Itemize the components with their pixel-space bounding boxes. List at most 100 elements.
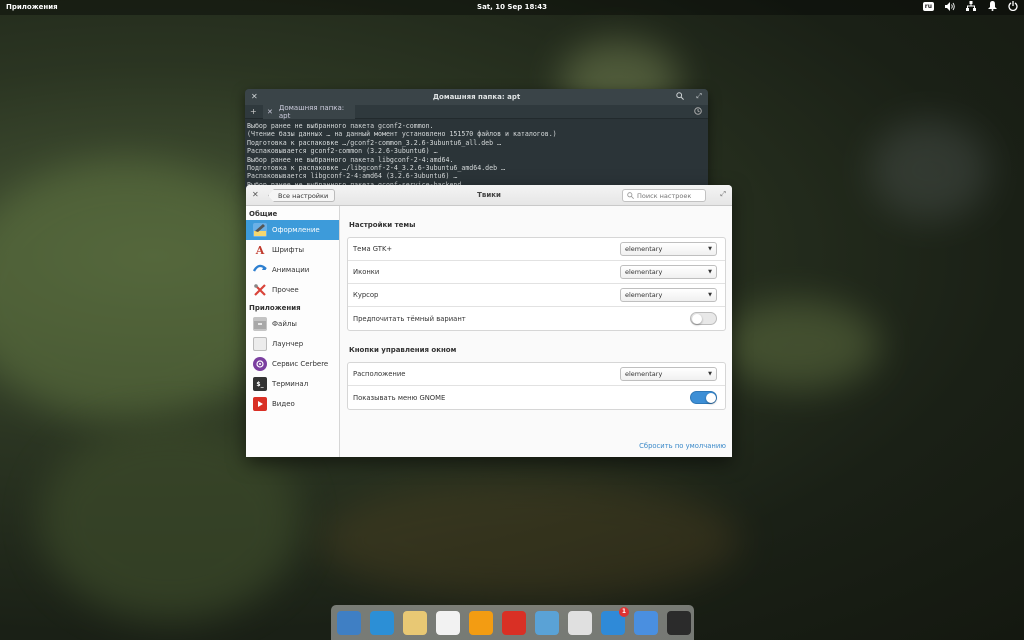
animations-icon (253, 263, 267, 277)
sidebar-item-label: Видео (272, 400, 295, 408)
video-icon (253, 397, 267, 411)
multitasking-view-icon[interactable] (337, 610, 361, 635)
gtk-theme-value: elementary (625, 245, 663, 253)
sidebar-item-fonts[interactable]: A Шрифты (246, 240, 339, 260)
appcenter-icon[interactable]: 1 (601, 606, 629, 635)
mail-icon[interactable] (403, 610, 427, 635)
terminal-line: Подготовка к распаковке …/libgconf-2-4_3… (247, 164, 506, 173)
cerbere-icon (253, 357, 267, 371)
terminal-tabbar: + ✕ Домашняя папка: apt (245, 104, 708, 120)
icons-theme-value: elementary (625, 268, 663, 276)
dock: 1 (331, 605, 694, 640)
sidebar-item-label: Шрифты (272, 246, 305, 254)
misc-icon (253, 283, 267, 297)
gnome-menu-label: Показывать меню GNOME (353, 393, 446, 402)
sidebar-item-label: Терминал (272, 380, 309, 388)
cursor-theme-dropdown[interactable]: elementary ▼ (620, 288, 717, 302)
cursor-theme-row: Курсор elementary ▼ (348, 284, 725, 307)
sidebar-item-files[interactable]: Файлы (246, 314, 339, 334)
terminal-tab[interactable]: ✕ Домашняя папка: apt (263, 104, 355, 120)
clock[interactable]: Sat, 10 Sep 18:43 (0, 3, 1024, 11)
switch-knob (692, 314, 702, 324)
button-layout-dropdown[interactable]: elementary ▼ (620, 367, 717, 381)
volume-icon[interactable] (945, 1, 955, 11)
indicators: ru (922, 1, 1018, 11)
button-layout-value: elementary (625, 370, 663, 378)
sidebar: Общие Оформление A Шрифты Анимации Проче… (246, 206, 340, 457)
chevron-down-icon: ▼ (708, 246, 712, 252)
fonts-icon: A (255, 243, 265, 257)
notification-bell-icon[interactable] (987, 1, 997, 11)
files-icon (253, 317, 267, 331)
launcher-icon (253, 337, 267, 351)
switch-knob (706, 393, 716, 403)
dark-variant-row: Предпочитать тёмный вариант (348, 307, 725, 330)
gtk-theme-dropdown[interactable]: elementary ▼ (620, 242, 717, 256)
sidebar-item-launcher[interactable]: Лаунчер (246, 334, 339, 354)
music-icon[interactable] (469, 610, 493, 635)
sidebar-item-terminal[interactable]: $_ Терминал (246, 374, 339, 394)
tweaks-headerbar[interactable]: ✕ Все настройки Твики ⤢ (246, 185, 732, 206)
sidebar-item-label: Сервис Cerbere (272, 360, 329, 368)
sidebar-item-label: Прочее (272, 286, 299, 294)
sidebar-item-label: Лаунчер (272, 340, 304, 348)
terminal-titlebar[interactable]: ✕ Домашняя папка: apt ⤢ (245, 89, 708, 105)
terminal-output[interactable]: Выбор ранее не выбранного пакета gconf2-… (245, 119, 708, 189)
sidebar-item-cerbere[interactable]: Сервис Cerbere (246, 354, 339, 374)
terminal-window[interactable]: ✕ Домашняя папка: apt ⤢ + ✕ Домашняя пап… (245, 89, 708, 189)
gtk-theme-label: Тема GTK+ (353, 245, 393, 253)
theme-settings-panel: Тема GTK+ elementary ▼ Иконки elementary… (347, 237, 726, 331)
dark-variant-label: Предпочитать тёмный вариант (353, 314, 466, 323)
gnome-menu-row: Показывать меню GNOME (348, 386, 725, 409)
dark-variant-switch[interactable] (690, 312, 717, 325)
settings-toggle-icon[interactable] (568, 610, 592, 635)
cursor-theme-label: Курсор (353, 291, 379, 299)
terminal-title: Домашняя папка: apt (432, 93, 521, 101)
search-icon[interactable] (676, 92, 684, 102)
sidebar-item-animations[interactable]: Анимации (246, 260, 339, 280)
new-tab-icon[interactable]: + (250, 107, 257, 116)
sidebar-item-label: Оформление (272, 226, 320, 234)
appearance-icon (253, 223, 267, 237)
sidebar-item-video[interactable]: Видео (246, 394, 339, 414)
videos-icon[interactable] (502, 610, 526, 635)
window-buttons-section-title: Кнопки управления окном (349, 346, 457, 354)
power-icon[interactable] (1008, 1, 1018, 11)
search-input[interactable] (637, 191, 703, 200)
tweaks-window[interactable]: ✕ Все настройки Твики ⤢ Общие Оформление… (246, 185, 732, 457)
terminal-icon: $_ (253, 377, 267, 391)
calendar-icon[interactable] (436, 610, 460, 635)
photos-icon[interactable] (535, 610, 559, 635)
search-icon (627, 192, 634, 199)
update-count-badge: 1 (619, 606, 629, 617)
button-layout-row: Расположение elementary ▼ (348, 363, 725, 386)
keyboard-layout-indicator[interactable]: ru (922, 1, 934, 11)
sidebar-item-label: Файлы (272, 320, 297, 328)
browser-icon[interactable] (370, 610, 394, 635)
close-tab-icon[interactable]: ✕ (267, 108, 273, 116)
chevron-down-icon: ▼ (708, 371, 712, 377)
terminal-icon[interactable] (667, 610, 691, 635)
chromium-icon[interactable] (634, 610, 658, 635)
maximize-icon[interactable]: ⤢ (720, 190, 726, 199)
settings-search-field[interactable] (622, 189, 706, 202)
terminal-line: (Чтение базы данных … на данный момент у… (247, 130, 557, 139)
icons-theme-label: Иконки (353, 268, 380, 276)
wallpaper-foliage (870, 120, 990, 220)
reset-defaults-link[interactable]: Сбросить по умолчанию (639, 442, 726, 450)
icons-theme-row: Иконки elementary ▼ (348, 261, 725, 284)
button-layout-label: Расположение (353, 370, 406, 378)
sidebar-item-misc[interactable]: Прочее (246, 280, 339, 300)
sidebar-item-appearance[interactable]: Оформление (246, 220, 339, 240)
icons-theme-dropdown[interactable]: elementary ▼ (620, 265, 717, 279)
settings-content: Настройки темы Тема GTK+ elementary ▼ Ик… (341, 206, 732, 457)
terminal-line: Распаковывается libgconf-2-4:amd64 (3.2.… (247, 172, 458, 181)
maximize-icon[interactable]: ⤢ (696, 92, 702, 101)
history-icon[interactable] (694, 107, 702, 117)
sidebar-category-apps: Приложения (249, 304, 301, 312)
terminal-line: Подготовка к распаковке …/gconf2-common_… (247, 138, 502, 147)
gnome-menu-switch[interactable] (690, 391, 717, 404)
terminal-tab-label: Домашняя папка: apt (278, 104, 345, 120)
cursor-theme-value: elementary (625, 291, 663, 299)
network-icon[interactable] (966, 1, 976, 11)
